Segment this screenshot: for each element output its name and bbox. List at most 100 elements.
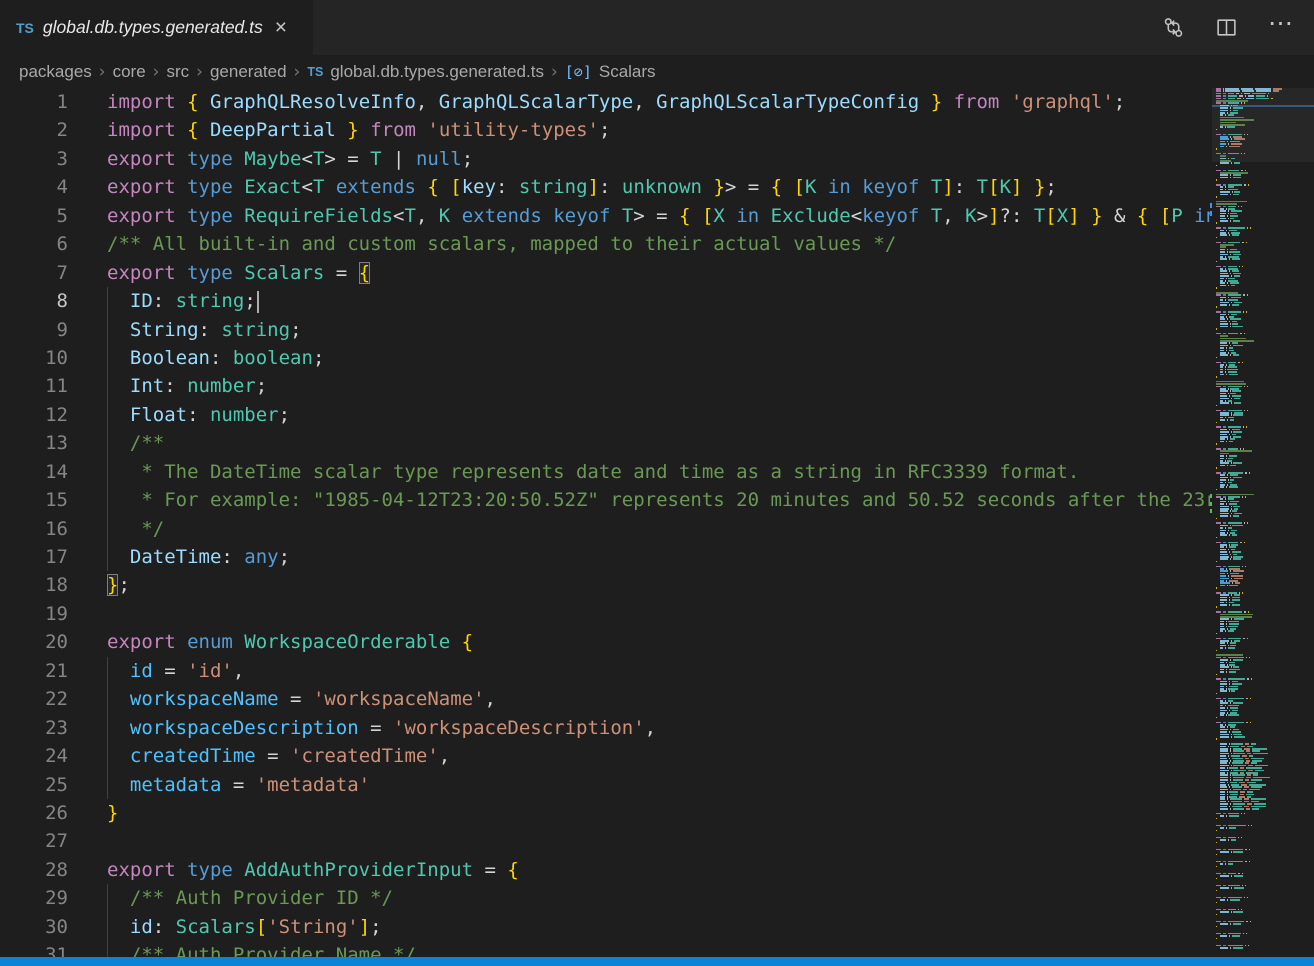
code-line[interactable]: 12 Float: number; xyxy=(0,401,1210,429)
tab-global-db-types-generated[interactable]: TS global.db.types.generated.ts × xyxy=(0,0,313,55)
code-line[interactable]: 22 workspaceName = 'workspaceName', xyxy=(0,685,1210,713)
minimap-row xyxy=(1216,515,1239,517)
breadcrumb-separator: › xyxy=(294,62,301,82)
code-line[interactable]: 21 id = 'id', xyxy=(0,657,1210,685)
minimap[interactable] xyxy=(1212,88,1314,957)
line-number: 8 xyxy=(0,287,68,315)
indent-guide xyxy=(107,316,108,344)
code-line[interactable]: 15 * For example: "1985-04-12T23:20:50.5… xyxy=(0,486,1210,514)
line-number: 11 xyxy=(0,372,68,400)
more-actions-icon[interactable]: ⋯ xyxy=(1268,23,1294,33)
minimap-row xyxy=(1216,606,1217,608)
indent-guide xyxy=(107,742,108,770)
breadcrumb-separator: › xyxy=(153,62,160,82)
minimap-row xyxy=(1216,878,1217,880)
indent-guide xyxy=(107,401,108,429)
line-number: 26 xyxy=(0,799,68,827)
code-line[interactable]: 19 xyxy=(0,600,1210,628)
minimap-row xyxy=(1216,222,1217,224)
code-line[interactable]: 26} xyxy=(0,799,1210,827)
breadcrumb-item-symbol-scalars[interactable]: Scalars xyxy=(599,62,656,82)
code-line[interactable]: 25 metadata = 'metadata' xyxy=(0,771,1210,799)
minimap-row xyxy=(1216,714,1239,716)
line-number: 28 xyxy=(0,856,68,884)
code-line[interactable]: 13 /** xyxy=(0,429,1210,457)
compare-changes-icon[interactable] xyxy=(1162,16,1185,39)
typescript-file-icon: TS xyxy=(307,65,323,79)
code-line[interactable]: 16 */ xyxy=(0,515,1210,543)
code-line[interactable]: 3export type Maybe<T> = T | null; xyxy=(0,145,1210,173)
indent-guide xyxy=(107,458,108,486)
minimap-row xyxy=(1216,914,1217,916)
code-line[interactable]: 6/** All built-in and custom scalars, ma… xyxy=(0,230,1210,258)
editor-actions: ⋯ xyxy=(1162,0,1314,55)
line-number: 25 xyxy=(0,771,68,799)
code-editor[interactable]: 1import { GraphQLResolveInfo, GraphQLSca… xyxy=(0,88,1210,957)
line-number: 14 xyxy=(0,458,68,486)
minimap-row xyxy=(1216,422,1217,424)
minimap-row xyxy=(1216,630,1234,632)
indent-guide xyxy=(107,913,108,941)
breadcrumb-item-src[interactable]: src xyxy=(166,62,189,82)
minimap-row xyxy=(1216,402,1241,404)
line-number: 19 xyxy=(0,600,68,628)
minimap-row xyxy=(1216,558,1241,560)
breadcrumb-separator: › xyxy=(99,62,106,82)
minimap-row xyxy=(1216,671,1236,673)
minimap-row xyxy=(1216,518,1217,520)
line-number: 5 xyxy=(0,202,68,230)
line-number: 30 xyxy=(0,913,68,941)
code-line[interactable]: 28export type AddAuthProviderInput = { xyxy=(0,856,1210,884)
line-number: 16 xyxy=(0,515,68,543)
code-line[interactable]: 2import { DeepPartial } from 'utility-ty… xyxy=(0,116,1210,144)
line-number: 31 xyxy=(0,941,68,957)
code-line[interactable]: 30 id: Scalars['String']; xyxy=(0,913,1210,941)
minimap-row xyxy=(1216,899,1240,901)
minimap-row xyxy=(1216,815,1239,817)
code-line[interactable]: 14 * The DateTime scalar type represents… xyxy=(0,458,1210,486)
minimap-row xyxy=(1216,587,1217,589)
minimap-row xyxy=(1216,690,1235,692)
minimap-row xyxy=(1216,489,1217,491)
code-line[interactable]: 29 /** Auth Provider ID */ xyxy=(0,884,1210,912)
minimap-row xyxy=(1216,306,1217,308)
split-editor-icon[interactable] xyxy=(1215,16,1238,39)
code-line[interactable]: 23 workspaceDescription = 'workspaceDesc… xyxy=(0,714,1210,742)
minimap-row xyxy=(1216,890,1217,892)
line-number: 10 xyxy=(0,344,68,372)
code-line[interactable]: 8 ID: string; xyxy=(0,287,1210,315)
code-line[interactable]: 24 createdTime = 'createdTime', xyxy=(0,742,1210,770)
indent-guide xyxy=(107,685,108,713)
minimap-row xyxy=(1216,537,1217,539)
code-line[interactable]: 20export enum WorkspaceOrderable { xyxy=(0,628,1210,656)
breadcrumb-item-generated[interactable]: generated xyxy=(210,62,287,82)
minimap-row xyxy=(1216,126,1235,128)
code-line[interactable]: 17 DateTime: any; xyxy=(0,543,1210,571)
minimap-row xyxy=(1216,938,1217,940)
line-number: 23 xyxy=(0,714,68,742)
code-line[interactable]: 9 String: string; xyxy=(0,316,1210,344)
breadcrumb-item-packages[interactable]: packages xyxy=(19,62,92,82)
code-line[interactable]: 18}; xyxy=(0,571,1210,599)
minimap-row xyxy=(1216,465,1236,467)
minimap-row xyxy=(1216,808,1259,810)
breadcrumb-separator: › xyxy=(196,62,203,82)
code-line[interactable]: 7export type Scalars = { xyxy=(0,259,1210,287)
minimap-row xyxy=(1216,177,1241,179)
minimap-row xyxy=(1216,354,1239,356)
code-line[interactable]: 5export type RequireFields<T, K extends … xyxy=(0,202,1210,230)
breadcrumb-item-core[interactable]: core xyxy=(113,62,146,82)
line-number: 2 xyxy=(0,116,68,144)
tab-close-icon[interactable]: × xyxy=(275,17,287,38)
code-line[interactable]: 27 xyxy=(0,827,1210,855)
breadcrumb-item-file[interactable]: global.db.types.generated.ts xyxy=(330,62,544,82)
minimap-row xyxy=(1216,162,1240,164)
minimap-row xyxy=(1216,467,1217,469)
code-line[interactable]: 31 /** Auth Provider Name */ xyxy=(0,941,1210,957)
code-line[interactable]: 1import { GraphQLResolveInfo, GraphQLSca… xyxy=(0,88,1210,116)
code-line[interactable]: 11 Int: number; xyxy=(0,372,1210,400)
code-line[interactable]: 4export type Exact<T extends { [key: str… xyxy=(0,173,1210,201)
minimap-row xyxy=(1216,165,1217,167)
minimap-row xyxy=(1216,441,1233,443)
code-line[interactable]: 10 Boolean: boolean; xyxy=(0,344,1210,372)
